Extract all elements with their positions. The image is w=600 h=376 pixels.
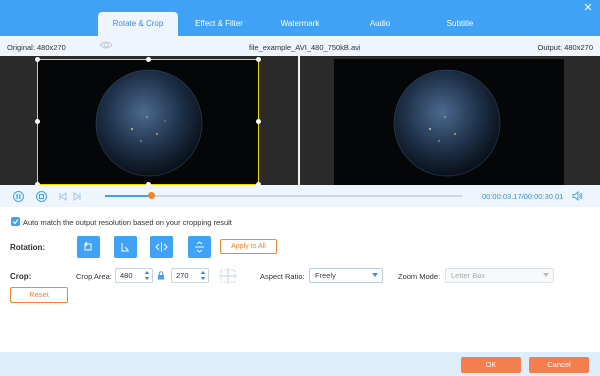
output-resolution: Output: 480x270: [537, 43, 593, 52]
tab-rotate-crop[interactable]: Rotate & Crop: [98, 12, 178, 36]
stop-icon: [39, 194, 44, 199]
pause-button[interactable]: [13, 191, 24, 202]
lock-icon[interactable]: [157, 271, 165, 280]
preview-separator: [298, 56, 300, 185]
crop-height-field[interactable]: 270: [171, 268, 209, 283]
flip-vertical-button[interactable]: [188, 236, 211, 258]
center-crop-icon[interactable]: [218, 267, 238, 285]
previous-frame-icon[interactable]: [58, 192, 67, 201]
chevron-down-icon: [543, 273, 549, 277]
ok-button[interactable]: OK: [461, 357, 521, 373]
original-resolution: Original: 480x270: [7, 43, 66, 52]
rotate-left-button[interactable]: [77, 236, 100, 258]
rotation-label: Rotation:: [10, 243, 46, 252]
apply-to-all-button[interactable]: Apply to All: [220, 239, 277, 254]
flip-horizontal-button[interactable]: [150, 236, 173, 258]
current-time: 00:00:03.17: [482, 192, 522, 201]
tab-watermark[interactable]: Watermark: [260, 12, 340, 36]
reset-button[interactable]: Reset: [10, 287, 68, 303]
info-bar: Original: 480x270 file_example_AVI_480_7…: [0, 39, 600, 56]
total-time: /00:00:30.01: [521, 192, 564, 201]
stop-button[interactable]: [36, 191, 47, 202]
zoom-mode-select[interactable]: Letter Box: [445, 268, 554, 283]
playback-controls: 00:00:03.17/00:00:30.01: [0, 185, 600, 207]
eye-icon[interactable]: [99, 40, 113, 50]
flip-vertical-icon: [195, 241, 204, 253]
aspect-ratio-select[interactable]: Freely: [309, 268, 383, 283]
aspect-ratio-label: Aspect Ratio:: [260, 272, 305, 281]
progress-fill: [105, 195, 152, 197]
tab-effect-filter[interactable]: Effect & Filter: [178, 12, 260, 36]
check-icon: [12, 219, 19, 225]
tab-subtitle[interactable]: Subtitle: [420, 12, 500, 36]
rotate-right-button[interactable]: [114, 236, 137, 258]
zoom-mode-label: Zoom Mode:: [398, 272, 441, 281]
height-stepper-icon[interactable]: [200, 270, 206, 281]
aspect-ratio-value: Freely: [315, 271, 336, 280]
flip-horizontal-icon: [155, 242, 168, 252]
time-display: 00:00:03.17/00:00:30.01: [482, 192, 563, 201]
crop-handle-right[interactable]: [256, 119, 261, 124]
crop-area-label: Crop Area:: [76, 272, 112, 281]
width-stepper-icon[interactable]: [144, 270, 150, 281]
tab-bar: Rotate & Crop Effect & Filter Watermark …: [98, 12, 500, 36]
auto-match-checkbox[interactable]: [11, 217, 20, 226]
crop-label: Crop:: [10, 272, 32, 281]
next-frame-icon[interactable]: [73, 192, 82, 201]
crop-handle-top-right[interactable]: [256, 57, 261, 62]
crop-handle-left[interactable]: [35, 119, 40, 124]
zoom-mode-value: Letter Box: [451, 271, 486, 280]
auto-match-label: Auto match the output resolution based o…: [23, 218, 232, 227]
rotate-right-icon: [121, 243, 129, 252]
output-video-frame: [334, 59, 564, 185]
file-name: file_example_AVI_480_750kB.avi: [249, 43, 361, 52]
original-video-frame: [37, 59, 259, 185]
crop-handle-top[interactable]: [146, 57, 151, 62]
chevron-down-icon: [372, 273, 378, 277]
progress-bar[interactable]: [105, 192, 462, 199]
close-icon[interactable]: ✕: [582, 2, 594, 14]
crop-height-value: 270: [176, 271, 189, 280]
crop-width-field[interactable]: 480: [115, 268, 153, 283]
cancel-button[interactable]: Cancel: [529, 357, 589, 373]
tab-audio[interactable]: Audio: [340, 12, 420, 36]
crop-width-value: 480: [120, 271, 133, 280]
volume-icon[interactable]: [572, 191, 583, 201]
rotate-left-icon: [84, 241, 92, 251]
crop-handle-top-left[interactable]: [35, 57, 40, 62]
pause-icon: [16, 194, 21, 199]
progress-knob[interactable]: [148, 192, 156, 199]
